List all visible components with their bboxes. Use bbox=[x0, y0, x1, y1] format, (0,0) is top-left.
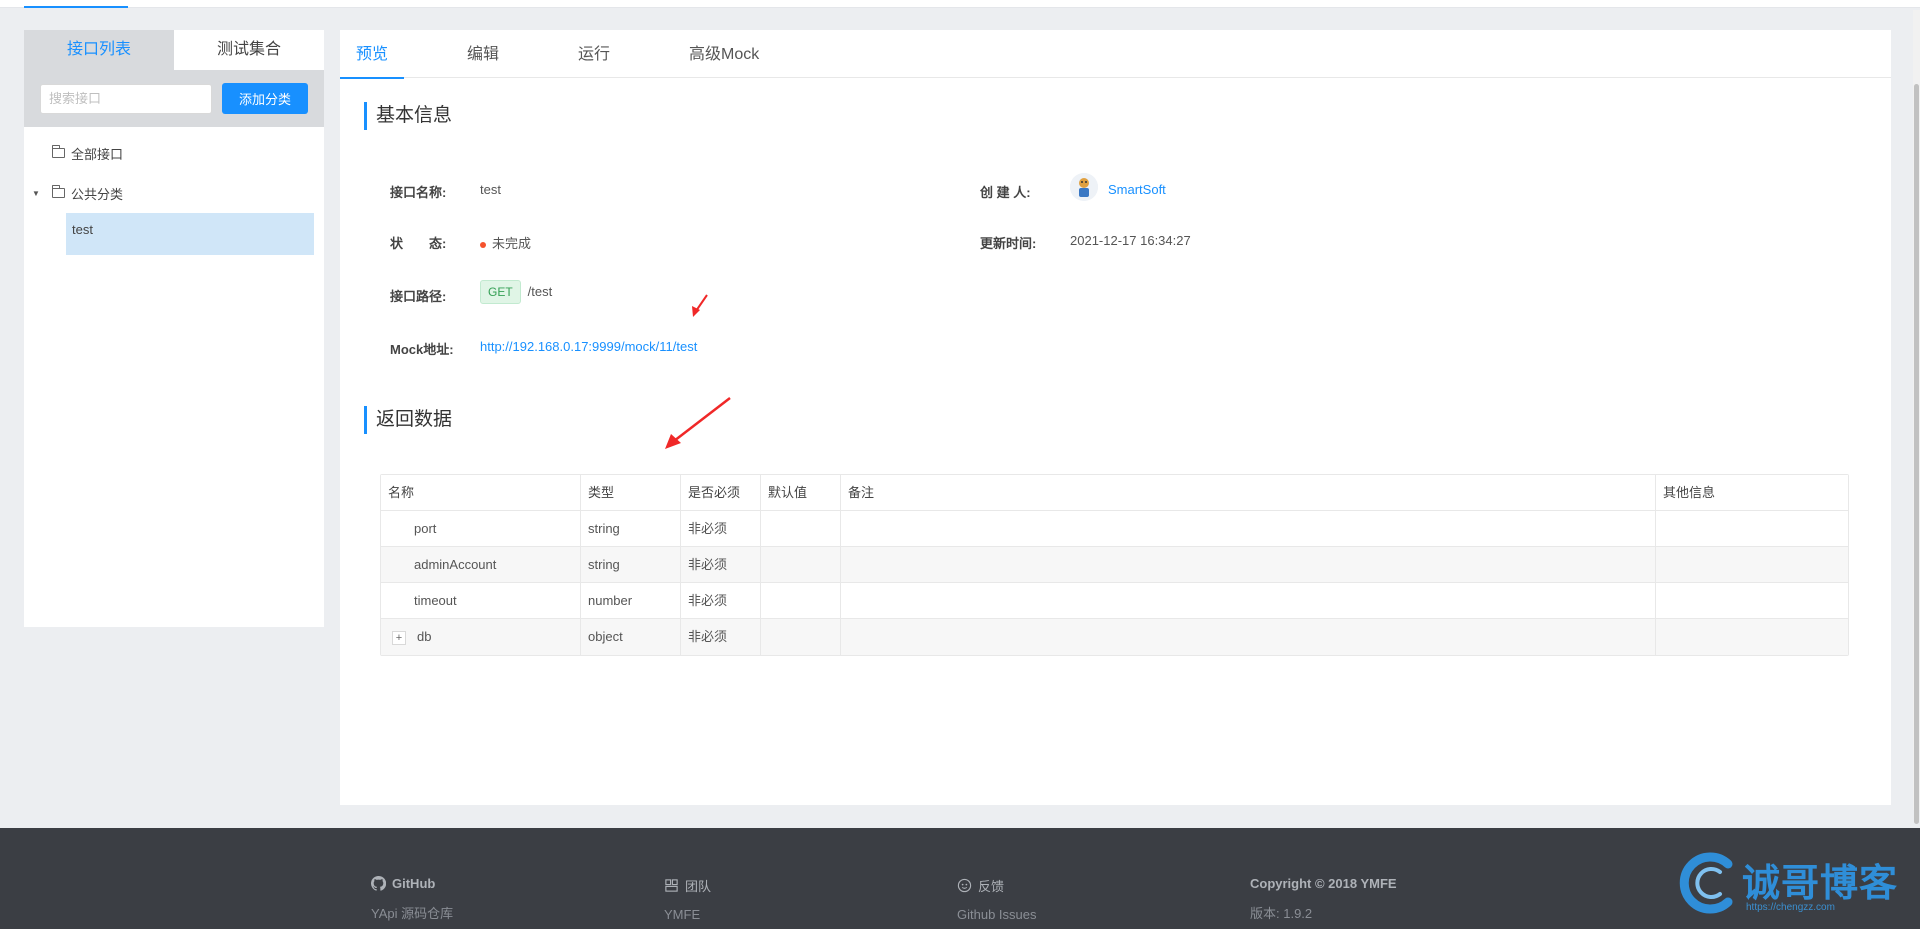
top-nav-strip bbox=[0, 0, 1920, 8]
annotation-arrows bbox=[665, 294, 731, 449]
response-table: 名称 类型 是否必须 默认值 备注 其他信息 port string 非必须 a… bbox=[380, 474, 1849, 656]
footer-feedback-link[interactable]: Github Issues bbox=[957, 907, 1037, 922]
footer-copyright-col: Copyright © 2018 YMFE 版本: 1.9.2 bbox=[1250, 876, 1397, 922]
github-icon bbox=[371, 876, 386, 891]
scrollbar-thumb[interactable] bbox=[1914, 84, 1919, 824]
table-row: port string 非必须 bbox=[381, 511, 1848, 547]
table-row: adminAccount string 非必须 bbox=[381, 547, 1848, 583]
watermark-logo: 诚哥博客 https://chengzz.com bbox=[1676, 848, 1916, 920]
tree-item-public-category[interactable]: ▼ 公共分类 bbox=[24, 173, 324, 213]
search-interface-input[interactable] bbox=[40, 83, 212, 114]
footer-copyright: Copyright © 2018 YMFE bbox=[1250, 876, 1397, 891]
tab-test-collection[interactable]: 测试集合 bbox=[174, 30, 324, 70]
footer-github-col: GitHub YApi 源码仓库 bbox=[371, 876, 453, 922]
response-data-title: 返回数据 bbox=[364, 406, 452, 434]
tree-item-test[interactable]: test bbox=[66, 213, 314, 255]
expand-row-icon[interactable]: + bbox=[392, 630, 406, 645]
watermark-url: https://chengzz.com bbox=[1746, 902, 1835, 913]
sidebar-search-bar: 添加分类 bbox=[24, 70, 324, 127]
interface-sidebar: 接口列表 测试集合 添加分类 全部接口 ▼ 公共分类 test bbox=[24, 30, 324, 627]
folder-icon bbox=[52, 185, 65, 198]
header-required: 是否必须 bbox=[681, 475, 761, 510]
page-scrollbar[interactable] bbox=[1913, 10, 1920, 824]
header-note: 备注 bbox=[841, 475, 1656, 510]
caret-down-icon[interactable]: ▼ bbox=[32, 189, 44, 198]
top-nav-active-indicator bbox=[24, 6, 128, 8]
table-row: + db object 非必须 bbox=[381, 619, 1848, 655]
interface-detail-panel: 预览 编辑 运行 高级Mock 基本信息 接口名称: test 创 建 人: S… bbox=[340, 30, 1891, 805]
header-other: 其他信息 bbox=[1663, 485, 1716, 500]
footer-version: 版本: 1.9.2 bbox=[1250, 906, 1313, 921]
sidebar-tabs: 接口列表 测试集合 bbox=[24, 30, 324, 70]
table-row: timeout number 非必须 bbox=[381, 583, 1848, 619]
header-name: 名称 bbox=[381, 475, 581, 510]
table-header-row: 名称 类型 是否必须 默认值 备注 其他信息 bbox=[381, 475, 1848, 511]
footer-github-title[interactable]: GitHub bbox=[392, 876, 435, 891]
footer-github-link[interactable]: YApi 源码仓库 bbox=[371, 903, 453, 922]
watermark-c-icon bbox=[1679, 852, 1733, 914]
footer-team-link[interactable]: YMFE bbox=[664, 907, 711, 922]
tree-item-all-interfaces[interactable]: 全部接口 bbox=[24, 133, 324, 173]
footer-team-title[interactable]: 团队 bbox=[685, 876, 711, 895]
arrow-to-mock-url bbox=[692, 294, 708, 317]
interface-tree: 全部接口 ▼ 公共分类 test bbox=[24, 127, 324, 255]
watermark-text: 诚哥博客 bbox=[1742, 860, 1899, 905]
tab-interface-list[interactable]: 接口列表 bbox=[24, 30, 174, 70]
footer: GitHub YApi 源码仓库 团队 YMFE 反馈 Github Issue… bbox=[0, 828, 1920, 929]
tree-item-label: 全部接口 bbox=[71, 146, 124, 162]
folder-icon bbox=[52, 145, 65, 158]
team-icon bbox=[665, 879, 678, 892]
header-default: 默认值 bbox=[761, 475, 841, 510]
footer-feedback-col: 反馈 Github Issues bbox=[957, 876, 1037, 922]
footer-feedback-title[interactable]: 反馈 bbox=[978, 876, 1004, 895]
footer-team-col: 团队 YMFE bbox=[664, 876, 711, 922]
arrow-to-response-data bbox=[665, 397, 731, 449]
feedback-icon bbox=[957, 878, 972, 893]
tree-item-label: 公共分类 bbox=[71, 186, 124, 202]
add-category-button[interactable]: 添加分类 bbox=[222, 83, 308, 114]
header-type: 类型 bbox=[581, 475, 681, 510]
